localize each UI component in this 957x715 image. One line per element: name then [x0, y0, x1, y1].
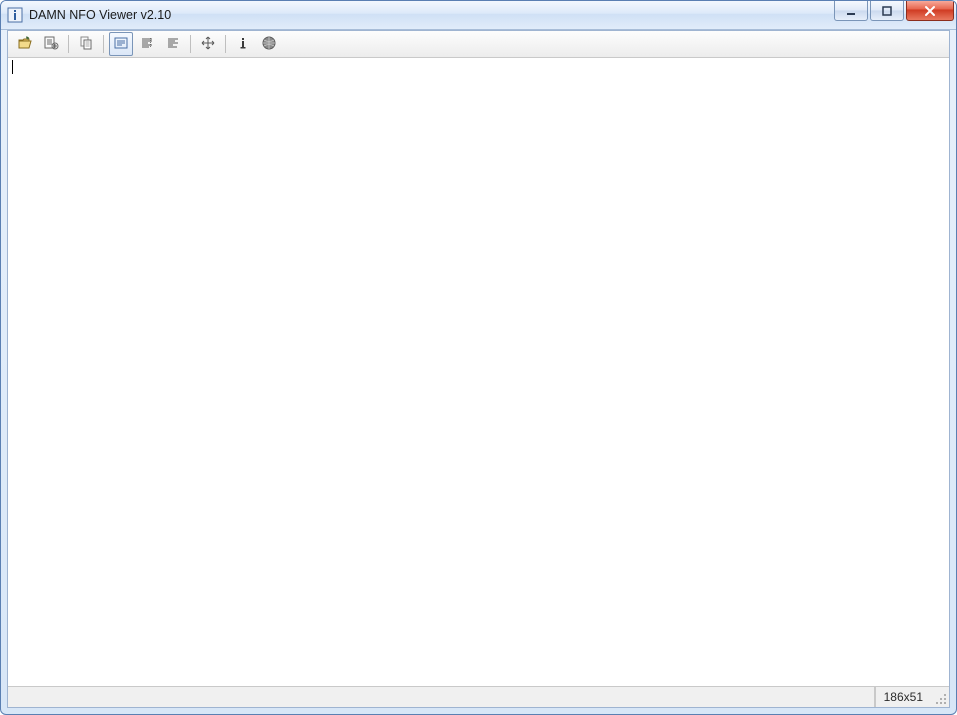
window-controls — [834, 1, 954, 29]
toolbar-separator — [190, 35, 191, 53]
minimize-button[interactable] — [834, 1, 868, 21]
autosize-button[interactable] — [196, 32, 220, 56]
resize-grip[interactable] — [931, 687, 949, 707]
wrap-fixed-icon — [139, 35, 155, 54]
nfo-viewer[interactable] — [8, 58, 949, 686]
app-icon — [7, 7, 23, 23]
wrap-to-window-button[interactable] — [109, 32, 133, 56]
autosize-icon — [200, 35, 216, 54]
open-button[interactable] — [13, 32, 37, 56]
app-window: DAMN NFO Viewer v2.10 — [0, 0, 957, 715]
wrap-fixed-button[interactable] — [135, 32, 159, 56]
wrap-window-icon — [113, 35, 129, 54]
title-bar[interactable]: DAMN NFO Viewer v2.10 — [1, 1, 956, 30]
status-left — [8, 687, 875, 707]
toolbar — [8, 31, 949, 58]
open-icon — [17, 35, 33, 54]
toolbar-separator — [68, 35, 69, 53]
status-dimensions-text: 186x51 — [884, 690, 923, 704]
toolbar-separator — [103, 35, 104, 53]
copy-button[interactable] — [74, 32, 98, 56]
window-title: DAMN NFO Viewer v2.10 — [29, 8, 171, 22]
status-dimensions: 186x51 — [875, 687, 931, 707]
wrap-none-icon — [165, 35, 181, 54]
shell-integration-button[interactable] — [39, 32, 63, 56]
shell-integration-icon — [43, 35, 59, 54]
client-area: 186x51 — [7, 30, 950, 708]
status-bar: 186x51 — [8, 686, 949, 707]
text-caret — [12, 60, 13, 74]
wrap-none-button[interactable] — [161, 32, 185, 56]
about-button[interactable] — [231, 32, 255, 56]
copy-icon — [78, 35, 94, 54]
homepage-button[interactable] — [257, 32, 281, 56]
toolbar-separator — [225, 35, 226, 53]
homepage-icon — [261, 35, 277, 54]
about-icon — [235, 35, 251, 54]
close-button[interactable] — [906, 1, 954, 21]
maximize-button[interactable] — [870, 1, 904, 21]
